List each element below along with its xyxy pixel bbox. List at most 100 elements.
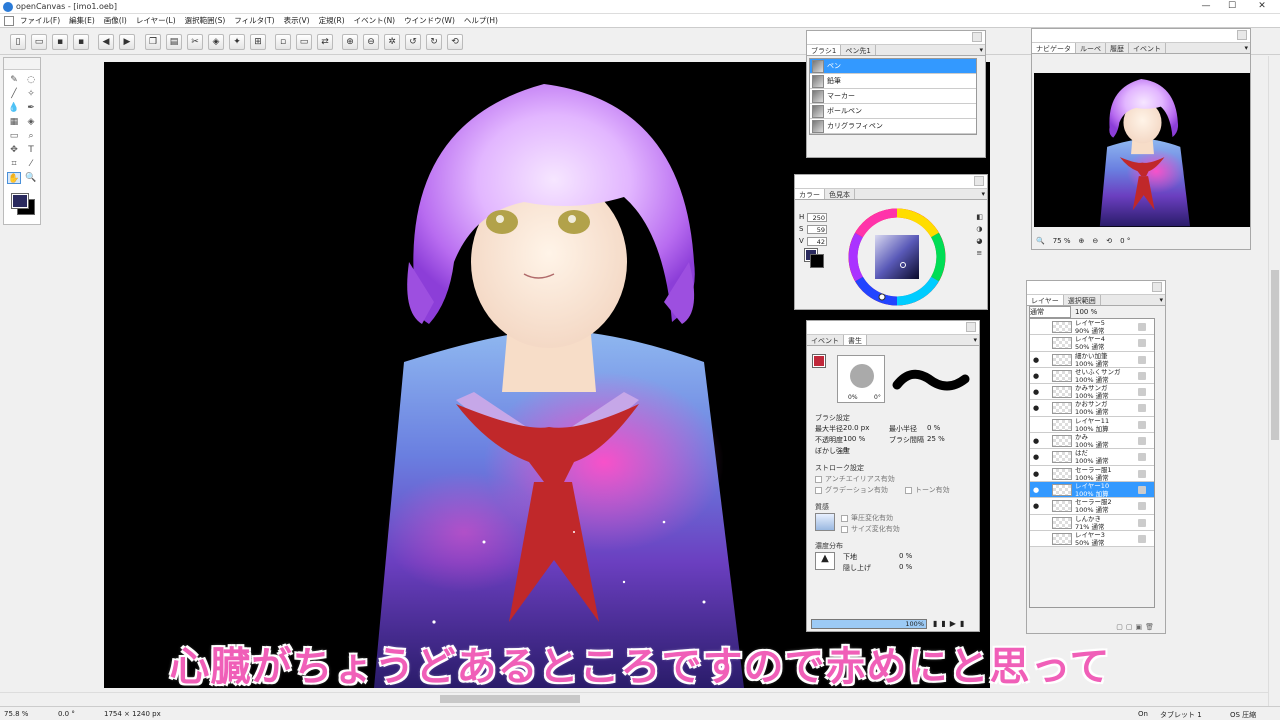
tab-nib[interactable]: ペン先1 [841,45,876,55]
brush-tool-icon[interactable]: ⌕ [24,130,38,142]
prev-icon[interactable]: ◀ [98,34,114,50]
hand-tool-icon[interactable]: ✋ [7,172,21,184]
layer-opacity[interactable]: 100 % [1075,308,1097,316]
rotation-reset-icon[interactable]: ⟲ [1106,237,1112,245]
layer-row[interactable]: ● セーラー服2 100% 通常 [1030,498,1154,515]
menu-view[interactable]: 表示(V) [284,15,310,26]
fit-icon[interactable]: ✲ [384,34,400,50]
menu-help[interactable]: ヘルプ(H) [464,15,498,26]
zoom-out-icon[interactable]: 🔍 [1036,237,1045,245]
rotate-left-icon[interactable]: ↺ [405,34,421,50]
horizontal-scroll-thumb[interactable] [440,695,580,703]
layer-row[interactable]: ● かおサンガ 100% 通常 [1030,400,1154,417]
dropper-tool-icon[interactable]: ✒ [24,102,38,114]
color-wheel[interactable] [847,207,947,307]
lock-icon[interactable] [1138,437,1146,446]
lock-icon[interactable] [1138,355,1146,364]
open-icon[interactable]: ▭ [31,34,47,50]
lock-icon[interactable] [1138,388,1146,397]
size-change-checkbox[interactable]: サイズ変化有効 [841,524,900,535]
lock-icon[interactable] [1138,453,1146,462]
hue-field[interactable]: 250 [807,212,827,222]
layer-row[interactable]: ● レイヤー10 100% 加算 [1030,481,1154,499]
menu-ruler[interactable]: 定規(R) [319,15,345,26]
zoom-out-icon[interactable]: ⊖ [363,34,379,50]
lock-icon[interactable] [1138,485,1146,494]
lock-icon[interactable] [1138,323,1146,331]
navigator-header[interactable] [1032,29,1250,43]
menu-file[interactable]: ファイル(F) [20,15,60,26]
layer-row[interactable]: ● 細かい加筆 100% 通常 [1030,351,1154,368]
navigator-zoom[interactable]: 75 % [1053,237,1071,245]
color-panel-header[interactable] [795,175,987,189]
eye-icon[interactable]: ● [1032,470,1040,478]
lock-icon[interactable] [1138,371,1146,380]
save-icon[interactable]: ▪ [52,34,68,50]
navigator-preview[interactable] [1034,73,1250,227]
eye-icon[interactable]: ● [1032,486,1040,494]
eyedropper-icon[interactable]: ⁄ [24,158,38,170]
tab-swatches[interactable]: 色見本 [825,189,855,199]
layer-row[interactable]: しんかき 71% 通常 [1030,514,1154,531]
gradation-checkbox[interactable]: グラデーション有効 [815,485,905,496]
copy-icon[interactable]: ❐ [145,34,161,50]
blur-tool-icon[interactable]: 💧 [7,102,21,114]
bucket-tool-icon[interactable]: ◈ [24,116,38,128]
brush-item-pencil[interactable]: 鉛筆 [810,74,976,89]
tab-events[interactable]: イベント [1129,43,1166,53]
color-mode-icons[interactable]: ◧ ◑ ◕ ≡ [976,211,983,259]
density-icon[interactable]: ▲ [815,552,835,570]
vertical-scrollbar[interactable] [1268,56,1280,706]
layer-row[interactable]: レイヤー3 50% 通常 [1030,530,1154,548]
interval-value[interactable]: 25 % [927,435,945,446]
layer-row[interactable]: ● セーラー服1 100% 通常 [1030,465,1154,482]
foreground-color-swatch[interactable] [11,193,29,209]
tab-selection[interactable]: 選択範囲 [1064,295,1101,305]
eye-icon[interactable]: ● [1032,502,1040,510]
layers-header[interactable] [1027,281,1165,295]
rect-select-icon[interactable]: ▭ [7,130,21,142]
navigator-rotation[interactable]: 0 ° [1120,237,1130,245]
layer-row[interactable]: ● かみサンガ 100% 通常 [1030,384,1154,401]
invert-icon[interactable]: ⇄ [317,34,333,50]
chevron-down-icon[interactable]: ▾ [973,336,977,344]
eye-icon[interactable]: ● [1032,437,1040,445]
next-icon[interactable]: ▶ [119,34,135,50]
menu-selection[interactable]: 選択範囲(S) [185,15,226,26]
magic-wand-icon[interactable]: ✧ [24,88,38,100]
maximize-button[interactable]: ☐ [1222,1,1242,13]
tab-navigator[interactable]: ナビゲータ [1032,43,1076,53]
brush-item-calligraphy[interactable]: カリグラフィペン [810,119,976,134]
max-radius-value[interactable]: 20.0 px [843,424,889,435]
lock-icon[interactable] [1138,518,1146,527]
brush-color-swatch[interactable] [812,354,826,368]
menu-window[interactable]: ウインドウ(W) [404,15,455,26]
tool-palette-header[interactable] [4,58,40,70]
opacity-value[interactable]: 100 % [843,435,889,446]
new-icon[interactable]: ▯ [10,34,26,50]
menu-image[interactable]: 画像(I) [104,15,127,26]
menu-layer[interactable]: レイヤー(L) [136,15,176,26]
close-icon[interactable] [1152,282,1162,292]
menu-event[interactable]: イベント(N) [354,15,395,26]
pressure-checkbox[interactable]: 筆圧変化有効 [841,513,900,524]
document-icon[interactable] [4,15,14,26]
fill-icon[interactable]: ◈ [208,34,224,50]
eye-icon[interactable]: ● [1032,372,1040,380]
paste-icon[interactable]: ▤ [166,34,182,50]
fit-icon[interactable]: ⊖ [1092,237,1098,245]
density-b-value[interactable]: 0 % [899,563,912,574]
lock-icon[interactable] [1138,420,1146,429]
fill-tool-icon[interactable]: ▦ [7,116,21,128]
brush-item-ballpen[interactable]: ボールペン [810,104,976,119]
tab-color[interactable]: カラー [795,189,825,199]
lock-icon[interactable] [1138,534,1146,543]
zoom-in-icon[interactable]: ⊕ [342,34,358,50]
zoom-tool-icon[interactable]: 🔍 [24,172,38,184]
line-tool-icon[interactable]: ╱ [7,88,21,100]
tone-checkbox[interactable]: トーン有効 [905,485,950,496]
close-icon[interactable] [1237,30,1247,40]
transform-icon[interactable]: ✦ [229,34,245,50]
eye-icon[interactable]: ● [1032,404,1040,412]
blur-value[interactable]: 0 [843,446,847,457]
